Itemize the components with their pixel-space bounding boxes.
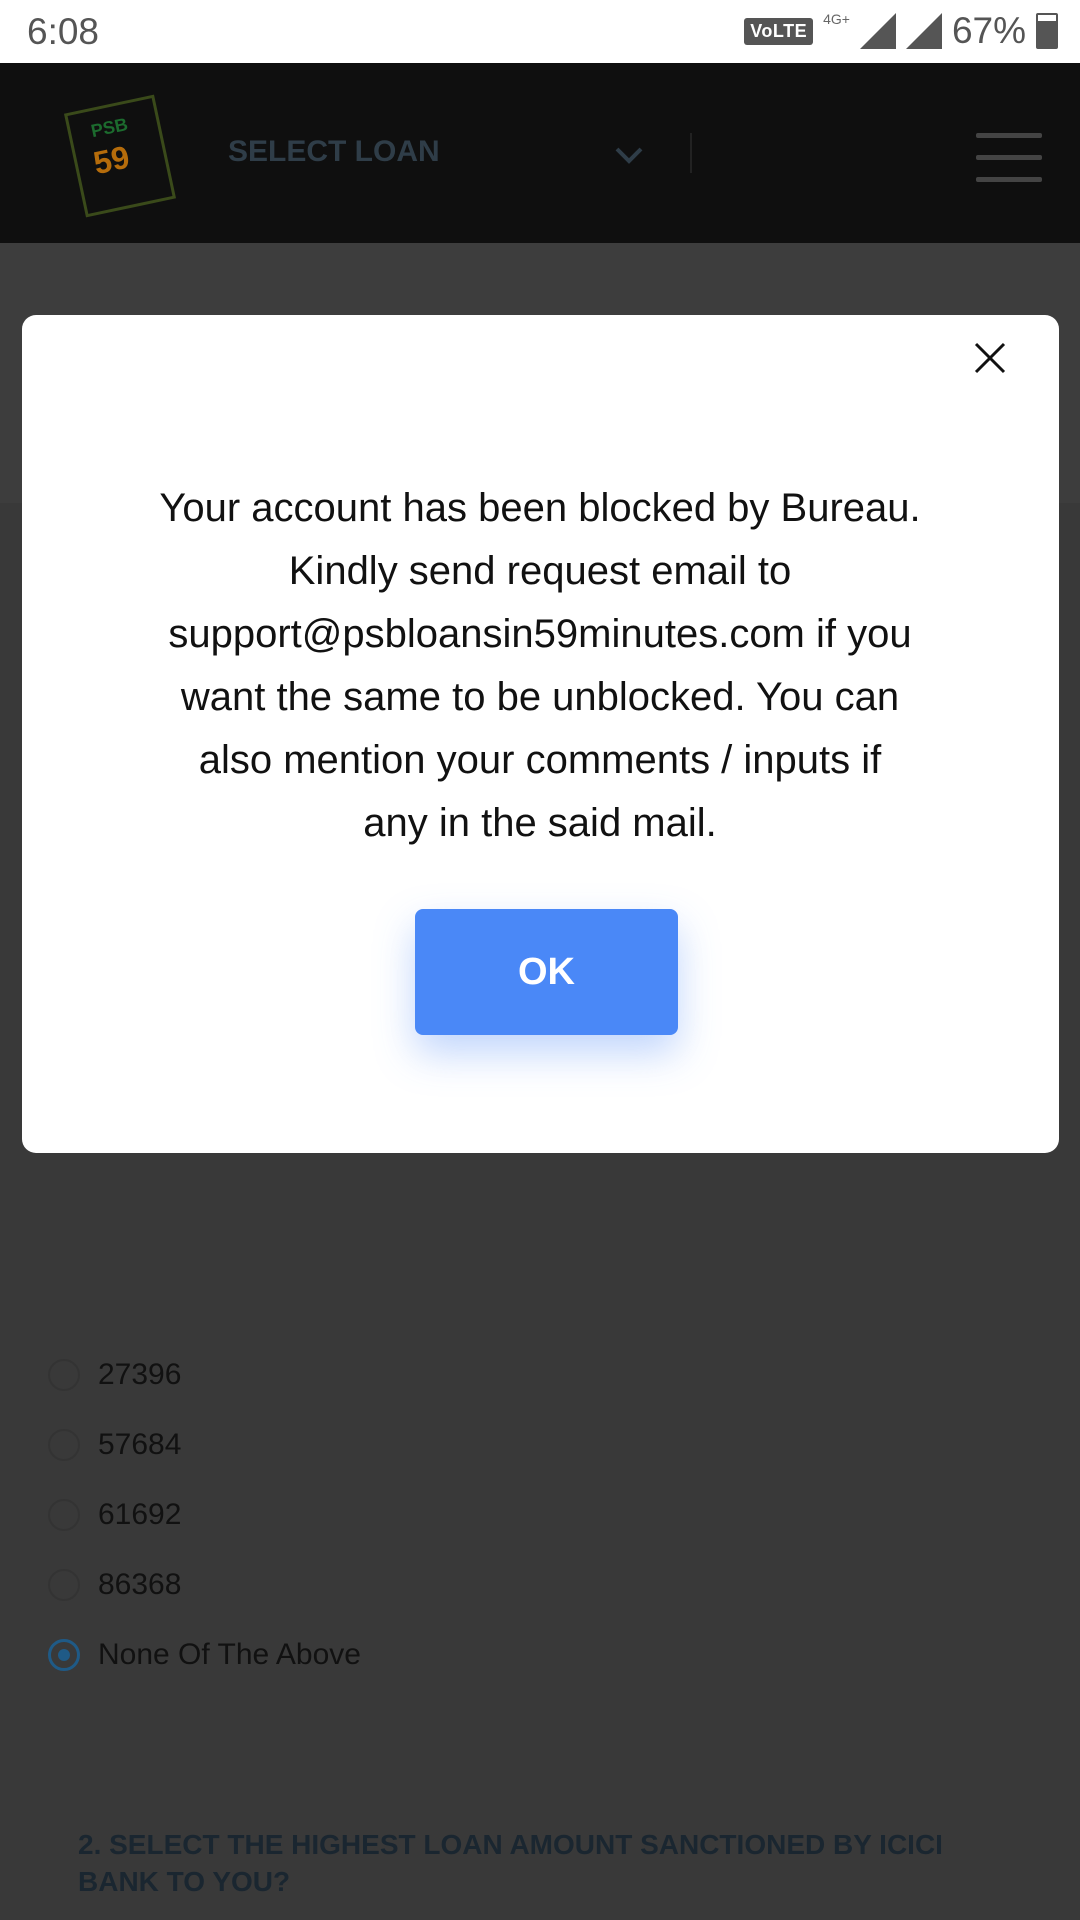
chevron-down-icon[interactable] (615, 141, 643, 169)
battery-icon (1036, 13, 1058, 49)
message-line: Kindly send request email to (288, 549, 792, 593)
status-icons: VoLTE 4G+ 67% (744, 10, 1058, 52)
menu-icon[interactable] (976, 133, 1042, 183)
option-label: 86368 (98, 1568, 182, 1601)
network-type: 4G+ (823, 11, 850, 27)
status-bar: 6:08 VoLTE 4G+ 67% (0, 0, 1080, 63)
message-line: any in the said mail. (363, 801, 717, 845)
radio-button[interactable] (48, 1499, 80, 1531)
battery-percent: 67% (951, 10, 1026, 51)
logo-59-text: 59 (90, 138, 133, 182)
message-line: Your account has been blocked by Bureau. (159, 486, 921, 530)
radio-button[interactable] (48, 1359, 80, 1391)
option-item[interactable]: 86368 (48, 1550, 361, 1620)
option-label: None Of The Above (98, 1638, 361, 1671)
option-item[interactable]: 61692 (48, 1480, 361, 1550)
signal-icon (859, 13, 896, 49)
option-item[interactable]: 57684 (48, 1410, 361, 1480)
option-item[interactable]: 27396 (48, 1340, 361, 1410)
signal-roaming-icon (905, 13, 942, 49)
close-icon[interactable] (972, 340, 1008, 376)
volte-icon: VoLTE (744, 17, 814, 45)
answer-options: 27396 57684 61692 86368 None Of The Abov… (48, 1340, 361, 1690)
radio-button-selected[interactable] (48, 1639, 80, 1671)
option-label: 61692 (98, 1498, 182, 1531)
ok-button[interactable]: OK (415, 909, 678, 1035)
dialog-message: Your account has been blocked by Bureau.… (120, 477, 960, 855)
radio-button[interactable] (48, 1569, 80, 1601)
option-label: 27396 (98, 1358, 182, 1391)
message-line: support@psbloansin59minutes.com if you (168, 612, 912, 656)
option-label: 57684 (98, 1428, 182, 1461)
header-divider (690, 133, 692, 173)
radio-button[interactable] (48, 1429, 80, 1461)
select-loan-dropdown[interactable]: SELECT LOAN (228, 135, 440, 169)
option-item[interactable]: None Of The Above (48, 1620, 361, 1690)
psb59-logo[interactable]: PSB 59 (63, 94, 177, 218)
message-line: also mention your comments / inputs if (198, 738, 882, 782)
message-line: want the same to be unblocked. You can (180, 675, 900, 719)
app-header: PSB 59 SELECT LOAN (0, 63, 1080, 243)
question-2-title: 2. SELECT THE HIGHEST LOAN AMOUNT SANCTI… (78, 1829, 943, 1897)
status-time: 6:08 (27, 11, 100, 52)
